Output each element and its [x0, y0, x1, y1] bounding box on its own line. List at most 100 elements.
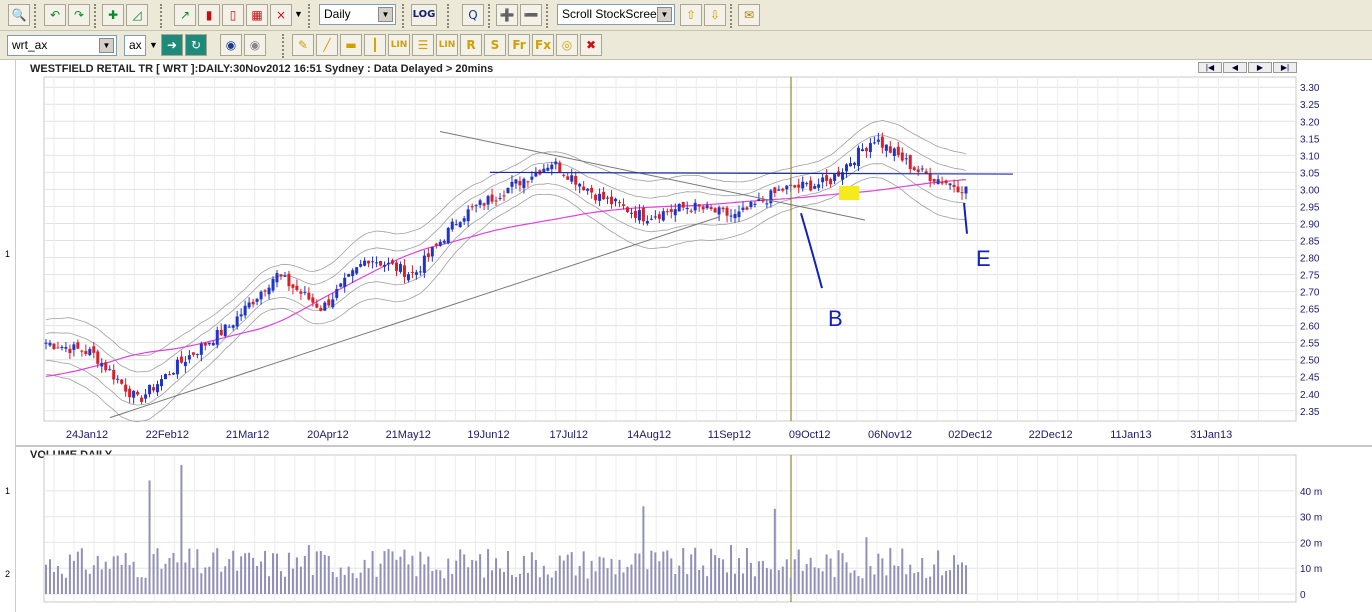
- volume-bar: [678, 565, 681, 594]
- price-candle: [52, 343, 56, 350]
- fibonacci-retracement-button[interactable]: Fr: [508, 34, 530, 56]
- chevron-down-icon[interactable]: ▼: [294, 9, 303, 19]
- symbol-input[interactable]: wrt_ax ▼: [7, 35, 117, 56]
- text-tool-icon[interactable]: ◎: [556, 34, 578, 56]
- volume-bar: [674, 573, 677, 594]
- volume-bar: [706, 576, 709, 594]
- linear-channel-button[interactable]: LIN: [436, 34, 458, 56]
- y-tick-label: 2.75: [1300, 271, 1320, 282]
- vertical-line-icon[interactable]: ┃: [364, 34, 386, 56]
- volume-bar: [606, 568, 609, 594]
- price-candle: [347, 273, 351, 277]
- price-chart[interactable]: B E 3.30 3.25 3.20 3.15 3.10 3.05 3.00 2.95 2.90 2…: [0, 60, 1372, 446]
- volume-bar: [379, 563, 382, 594]
- price-candle: [498, 197, 502, 199]
- volume-bar: [566, 554, 569, 594]
- log-scale-button[interactable]: LOG: [411, 4, 437, 26]
- price-candle: [900, 152, 904, 161]
- price-candle: [594, 194, 598, 201]
- interval-select[interactable]: Daily ▼: [319, 4, 396, 25]
- hlc-chart-icon[interactable]: ▦: [246, 4, 268, 26]
- price-candle: [705, 205, 709, 209]
- price-candle: [375, 262, 379, 264]
- scroll-mode-select[interactable]: Scroll StockScreen ▼: [557, 4, 675, 25]
- price-candle: [813, 186, 817, 189]
- volume-bar: [586, 578, 589, 594]
- price-candle: [749, 201, 753, 208]
- price-candle: [673, 209, 677, 216]
- price-candle: [44, 342, 48, 344]
- refresh-icon[interactable]: ↻: [185, 34, 207, 56]
- line-chart-icon[interactable]: ↗: [174, 4, 196, 26]
- price-candle: [343, 277, 347, 287]
- price-candle: [84, 351, 88, 355]
- x-tick-label: 21Mar12: [226, 429, 269, 441]
- fibonacci-extension-button[interactable]: Fx: [532, 34, 554, 56]
- redo-icon[interactable]: ↷: [68, 4, 90, 26]
- horizontal-line-icon[interactable]: ▬: [340, 34, 362, 56]
- y-tick-label: 3.20: [1300, 117, 1320, 128]
- remove-chart-icon[interactable]: ➖: [520, 4, 542, 26]
- volume-y-tick-label: 30 m: [1300, 513, 1322, 524]
- go-arrow-icon[interactable]: ➜: [161, 34, 183, 56]
- volume-bar: [403, 549, 406, 594]
- price-candle: [482, 203, 486, 206]
- price-candle: [227, 326, 231, 328]
- price-candle: [785, 185, 789, 190]
- volume-bar: [367, 568, 370, 594]
- volume-bar: [503, 571, 506, 594]
- price-candle: [777, 189, 781, 191]
- email-icon[interactable]: ✉: [738, 4, 760, 26]
- volume-bar: [698, 570, 701, 594]
- price-candle: [725, 207, 729, 216]
- zoom-icon[interactable]: 🔍: [8, 4, 30, 26]
- price-candle: [418, 271, 422, 273]
- price-candle: [363, 260, 367, 266]
- volume-bar: [232, 550, 235, 594]
- scroll-down-icon[interactable]: ⇩: [704, 4, 726, 26]
- volume-bar: [72, 560, 75, 594]
- bar-chart-icon[interactable]: ▮: [198, 4, 220, 26]
- volume-chart[interactable]: 40 m 30 m 20 m 10 m 0: [0, 447, 1372, 612]
- price-candle: [124, 384, 128, 392]
- price-candle: [140, 397, 144, 402]
- add-chart-icon[interactable]: ➕: [496, 4, 518, 26]
- parallel-lines-icon[interactable]: ☰: [412, 34, 434, 56]
- scroll-up-icon[interactable]: ⇧: [680, 4, 702, 26]
- volume-bar: [730, 544, 733, 594]
- price-candle: [625, 207, 629, 213]
- price-candle: [152, 387, 156, 391]
- linear-regression-button[interactable]: LIN: [388, 34, 410, 56]
- trendline-icon[interactable]: ╱: [316, 34, 338, 56]
- price-candle: [845, 164, 849, 172]
- toolbar-separator: [34, 4, 40, 28]
- support-button[interactable]: S: [484, 34, 506, 56]
- undo-icon[interactable]: ↶: [44, 4, 66, 26]
- chevron-down-icon: ▼: [657, 7, 672, 22]
- price-candle: [303, 291, 307, 293]
- crosshair-icon[interactable]: ✚: [102, 4, 124, 26]
- price-candle: [371, 261, 375, 263]
- volume-bar: [339, 567, 342, 594]
- draw-select-icon[interactable]: ✎: [292, 34, 314, 56]
- price-candle: [219, 329, 223, 336]
- candle-chart-icon[interactable]: ▯: [222, 4, 244, 26]
- price-candle: [287, 273, 291, 287]
- binoculars-icon[interactable]: ◉: [220, 34, 242, 56]
- quote-icon[interactable]: Q: [462, 4, 484, 26]
- y-tick-label: 3.30: [1300, 83, 1320, 94]
- price-candle: [422, 255, 426, 273]
- price-candle: [645, 221, 649, 224]
- chevron-down-icon[interactable]: ▼: [149, 40, 158, 50]
- price-candle: [621, 204, 625, 206]
- volume-bar: [303, 555, 306, 594]
- delete-icon[interactable]: ✖: [580, 34, 602, 56]
- price-candle: [912, 167, 916, 170]
- point-figure-icon[interactable]: ×: [270, 4, 292, 26]
- volume-bar: [200, 573, 203, 594]
- exchange-select[interactable]: ax: [124, 35, 146, 56]
- frame-icon[interactable]: ◿: [126, 4, 148, 26]
- volume-bar: [718, 558, 721, 594]
- resistance-button[interactable]: R: [460, 34, 482, 56]
- volume-bar: [80, 548, 83, 594]
